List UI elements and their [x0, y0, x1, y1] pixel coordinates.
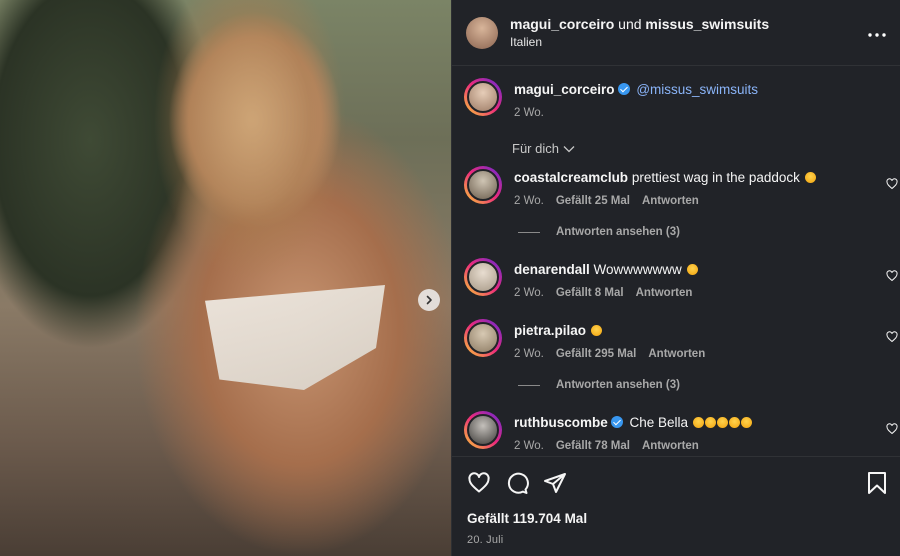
post-photo[interactable]	[0, 0, 451, 556]
more-horizontal-icon	[868, 33, 886, 37]
collaborator-username[interactable]: missus_swimsuits	[645, 16, 769, 32]
comment-like-heart-icon[interactable]	[886, 178, 898, 190]
comment-item: coastalcreamclub prettiest wag in the pa…	[464, 166, 900, 207]
comment-like-heart-icon[interactable]	[886, 331, 898, 343]
reply-button[interactable]: Antworten	[636, 287, 693, 299]
heart-eyes-emoji-icon	[686, 264, 698, 275]
caption-time[interactable]: 2 Wo.	[514, 107, 544, 119]
caption-mention[interactable]: @missus_swimsuits	[636, 82, 758, 97]
caption-avatar[interactable]	[464, 78, 502, 116]
commenter-username[interactable]: ruthbuscombe	[514, 415, 608, 430]
comment-time[interactable]: 2 Wo.	[514, 348, 544, 360]
heart-eyes-emoji-icon	[716, 417, 728, 428]
heart-icon[interactable]	[467, 471, 491, 495]
heart-eyes-emoji-icon	[590, 325, 602, 336]
next-image-button[interactable]	[418, 289, 440, 311]
view-replies-label: Antworten ansehen (3)	[556, 226, 680, 238]
comment-sort-label: Für dich	[512, 141, 559, 156]
caption: magui_corceiro @missus_swimsuits 2 Wo.	[464, 78, 900, 119]
comment-likes[interactable]: Gefällt 78 Mal	[556, 440, 630, 452]
comment-text: prettiest wag in the paddock	[631, 170, 800, 185]
comment-likes[interactable]: Gefällt 295 Mal	[556, 348, 637, 360]
view-replies-button[interactable]: Antworten ansehen (3)	[518, 226, 680, 238]
comment-time[interactable]: 2 Wo.	[514, 287, 544, 299]
comment-item: denarendall Wowwwwwww 2 Wo. Gefällt 8 Ma…	[464, 258, 900, 299]
view-replies-line	[518, 384, 540, 386]
comment-bubble-icon[interactable]	[505, 471, 529, 495]
view-replies-line	[518, 231, 540, 233]
likes-count[interactable]: Gefällt 119.704 Mal	[467, 511, 587, 526]
comment-item: pietra.pilao 2 Wo. Gefällt 295 Mal Antwo…	[464, 319, 900, 360]
post-date[interactable]: 20. Juli	[467, 534, 503, 546]
commenter-username[interactable]: pietra.pilao	[514, 323, 586, 338]
comment-time[interactable]: 2 Wo.	[514, 440, 544, 452]
commenter-avatar[interactable]	[464, 411, 502, 449]
comment-text: Wowwwwwww	[593, 262, 682, 277]
chevron-down-icon	[563, 145, 575, 152]
comment-text: Che Bella	[629, 415, 689, 430]
reply-button[interactable]: Antworten	[648, 348, 705, 360]
heart-eyes-emoji-icon	[704, 417, 716, 428]
heart-eyes-emoji-icon	[692, 417, 704, 428]
commenter-username[interactable]: coastalcreamclub	[514, 170, 628, 185]
view-replies-button[interactable]: Antworten ansehen (3)	[518, 379, 680, 391]
location-link[interactable]: Italien	[510, 35, 868, 49]
action-bar	[467, 471, 888, 495]
reply-button[interactable]: Antworten	[642, 440, 699, 452]
comment-likes[interactable]: Gefällt 25 Mal	[556, 195, 630, 207]
paper-plane-icon[interactable]	[543, 471, 567, 495]
comment-item: ruthbuscombe Che Bella 2 Wo. Gefällt 78 …	[464, 411, 900, 452]
comment-sort-dropdown[interactable]: Für dich	[512, 141, 575, 156]
commenter-avatar[interactable]	[464, 258, 502, 296]
header-conjunction: und	[618, 16, 642, 32]
verified-badge-icon	[610, 416, 623, 428]
commenter-avatar[interactable]	[464, 319, 502, 357]
post-sidebar: magui_corceiro und missus_swimsuits Ital…	[451, 0, 900, 556]
chevron-right-icon	[426, 295, 432, 305]
heart-eyes-emoji-icon	[728, 417, 740, 428]
verified-badge-icon	[617, 83, 630, 95]
author-username[interactable]: magui_corceiro	[510, 16, 614, 32]
post-modal: magui_corceiro und missus_swimsuits Ital…	[0, 0, 900, 556]
heart-eyes-emoji-icon	[804, 172, 816, 183]
comments-list[interactable]: magui_corceiro @missus_swimsuits 2 Wo. F…	[452, 66, 900, 456]
more-options-button[interactable]	[868, 22, 886, 43]
view-replies-label: Antworten ansehen (3)	[556, 379, 680, 391]
reply-button[interactable]: Antworten	[642, 195, 699, 207]
caption-username[interactable]: magui_corceiro	[514, 82, 615, 97]
heart-eyes-emoji-icon	[740, 417, 752, 428]
commenter-username[interactable]: denarendall	[514, 262, 590, 277]
commenter-avatar[interactable]	[464, 166, 502, 204]
comment-time[interactable]: 2 Wo.	[514, 195, 544, 207]
author-avatar[interactable]	[466, 16, 498, 49]
header-text: magui_corceiro und missus_swimsuits Ital…	[510, 16, 868, 49]
comment-likes[interactable]: Gefällt 8 Mal	[556, 287, 624, 299]
comment-like-heart-icon[interactable]	[886, 270, 898, 282]
post-header: magui_corceiro und missus_swimsuits Ital…	[452, 0, 900, 66]
comment-like-heart-icon[interactable]	[886, 423, 898, 435]
bookmark-icon[interactable]	[866, 471, 888, 495]
post-footer: Gefällt 119.704 Mal 20. Juli	[452, 456, 900, 556]
